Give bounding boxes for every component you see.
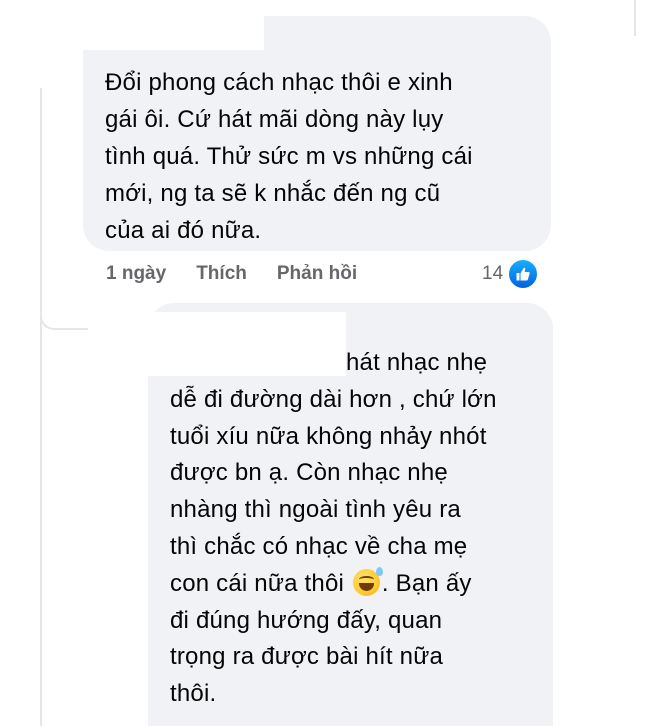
grinning-sweat-emoji-icon (352, 566, 383, 596)
redaction-patch (66, 0, 264, 50)
reply-text-part-1: hát nhạc nhẹ dễ đi đường dài hơn , chứ l… (170, 349, 497, 597)
comment-text: Đổi phong cách nhạc thôi e xinh gái ôi. … (105, 69, 473, 244)
right-margin (628, 0, 656, 726)
reaction-summary[interactable]: 14 (482, 258, 540, 290)
like-button[interactable]: Thích (196, 263, 247, 285)
thread-line (40, 88, 42, 726)
like-icon (507, 258, 540, 290)
comment-actions: 1 ngày Thích Phản hồi (106, 260, 357, 288)
comment-timestamp[interactable]: 1 ngày (106, 263, 166, 285)
reply-button[interactable]: Phản hồi (277, 263, 357, 285)
divider (634, 0, 636, 36)
comment-thread: Đổi phong cách nhạc thôi e xinh gái ôi. … (0, 0, 656, 726)
reply-text: hát nhạc nhẹ dễ đi đường dài hơn , chứ l… (170, 345, 533, 713)
reaction-count: 14 (482, 263, 504, 284)
comment-bubble[interactable]: Đổi phong cách nhạc thôi e xinh gái ôi. … (83, 16, 551, 251)
redaction-patch (88, 312, 346, 376)
